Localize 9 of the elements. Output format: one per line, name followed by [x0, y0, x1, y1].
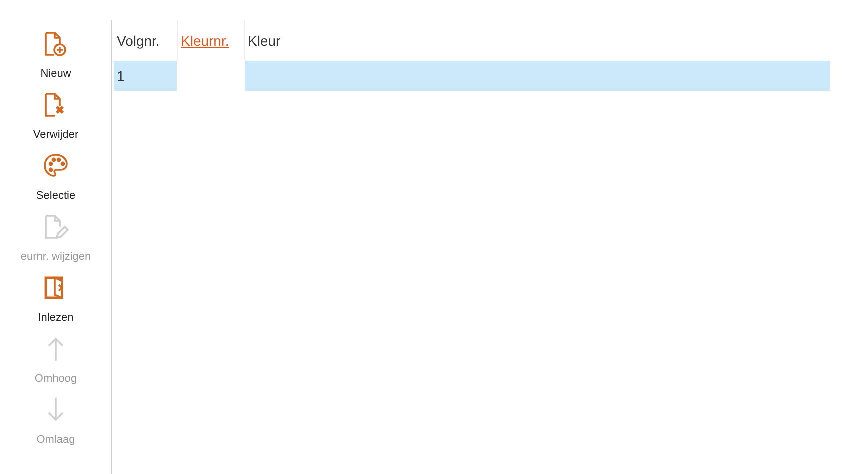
delete-button[interactable]: Verwijder: [0, 89, 112, 150]
import-button[interactable]: Inlezen: [0, 272, 112, 333]
column-header[interactable]: Volgnr.: [114, 20, 177, 61]
palette-icon: [42, 152, 70, 180]
new-button[interactable]: Nieuw: [0, 28, 112, 89]
document-pencil-icon: [42, 213, 70, 241]
column-header[interactable]: Kleur: [245, 20, 830, 61]
selection-button[interactable]: Selectie: [0, 150, 112, 211]
table-cell: 1: [114, 61, 177, 91]
